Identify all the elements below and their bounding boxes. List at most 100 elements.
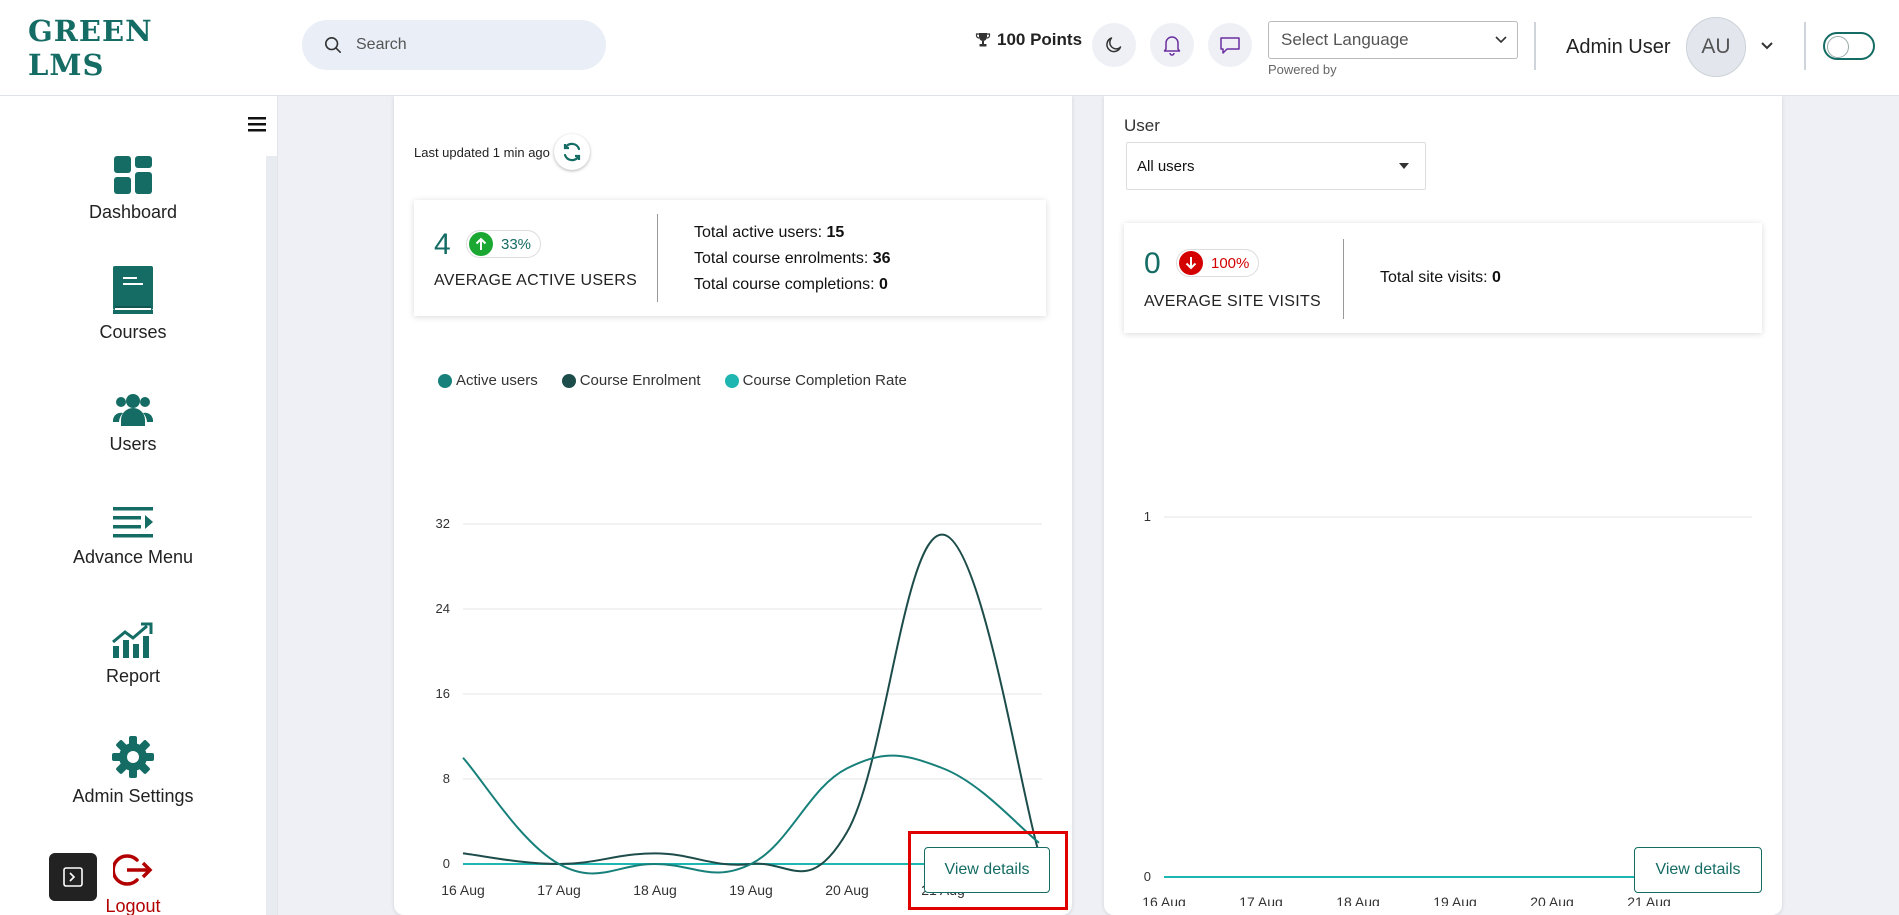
top-header: GREEN LMS 100 Points Select Language Pow…: [0, 0, 1899, 96]
sidebar-item-dashboard[interactable]: Dashboard: [0, 156, 266, 223]
sidebar-item-courses[interactable]: Courses: [0, 266, 266, 343]
search-bar[interactable]: [302, 20, 606, 70]
sidebar-item-label: Report: [105, 666, 161, 686]
site-visits-chart-svg: 0 1 16 Aug 17 Aug 18 Aug 19 Aug 20 Aug 21 Aug: [1142, 509, 1752, 910]
sidebar-item-label: Users: [109, 434, 157, 454]
dark-mode-button[interactable]: [1092, 23, 1136, 67]
sidebar-item-advance-menu[interactable]: Advance Menu: [0, 507, 266, 568]
view-details-button[interactable]: View details: [1634, 847, 1762, 893]
x-tick-label: 17 Aug: [537, 882, 581, 898]
book-icon: [113, 266, 153, 314]
refresh-button[interactable]: [553, 134, 590, 170]
totals-list: Total active users: 15 Total course enro…: [694, 220, 891, 298]
y-tick-label: 0: [1144, 869, 1151, 884]
powered-by: Powered by: [1268, 62, 1337, 77]
sidebar-item-label: Courses: [99, 322, 167, 342]
gear-icon: [112, 736, 154, 778]
x-tick-label: 18 Aug: [633, 882, 677, 898]
bell-icon: [1163, 36, 1181, 56]
sidebar-item-label: Logout: [105, 896, 161, 915]
x-tick-label: 17 Aug: [1239, 894, 1283, 906]
active-users-stat-box: 4 33% AVERAGE ACTIVE USERS Total active …: [414, 200, 1046, 316]
stat-divider: [1343, 239, 1344, 319]
users-icon: [113, 394, 153, 426]
stat-label: AVERAGE ACTIVE USERS: [434, 272, 638, 289]
moon-icon: [1106, 37, 1122, 53]
series-line: [462, 533, 1040, 873]
legend-item-course-enrolment[interactable]: Course Enrolment: [561, 372, 701, 389]
change-percent: 100%: [1211, 254, 1250, 272]
chat-icon: [1220, 37, 1240, 54]
sidebar-item-users[interactable]: Users: [0, 392, 266, 455]
active-users-chart: 0816243216 Aug17 Aug18 Aug19 Aug20 Aug21…: [394, 406, 1072, 906]
refresh-icon: [563, 142, 580, 162]
caret-down-icon: [1399, 163, 1409, 169]
notifications-button[interactable]: [1150, 23, 1194, 67]
legend-item-active-users[interactable]: Active users: [438, 372, 538, 389]
sidebar-item-admin-settings[interactable]: Admin Settings: [0, 736, 266, 807]
language-select-value: Select Language: [1281, 30, 1409, 49]
chart-legend: Active users Course Enrolment Course Com…: [438, 372, 931, 389]
total-active-users: Total active users: 15: [694, 224, 845, 241]
messages-button[interactable]: [1208, 23, 1252, 67]
site-visits-card: User All users 0 100% AVERAGE SITE VISIT…: [1104, 96, 1782, 915]
y-tick-label: 0: [443, 856, 450, 871]
x-tick-label: 20 Aug: [825, 882, 869, 898]
legend-item-completion-rate[interactable]: Course Completion Rate: [724, 372, 907, 389]
chevron-down-icon: [1761, 42, 1773, 50]
user-name[interactable]: Admin User: [1566, 36, 1670, 59]
sidebar-item-label: Advance Menu: [72, 547, 194, 567]
trophy-icon: [975, 33, 991, 47]
x-tick-label: 16 Aug: [1142, 894, 1186, 906]
change-percent: 33%: [501, 235, 532, 253]
theme-toggle[interactable]: [1823, 32, 1875, 60]
hamburger-icon: [248, 117, 266, 132]
dashboard-icon: [114, 156, 152, 194]
view-details-button[interactable]: View details: [924, 847, 1050, 893]
average-active-users-value: 4: [434, 228, 451, 261]
stat-label: AVERAGE SITE VISITS: [1144, 293, 1322, 310]
site-visits-chart: 0 1 16 Aug 17 Aug 18 Aug 19 Aug 20 Aug 21 Aug: [1104, 406, 1782, 910]
header-divider: [1534, 22, 1536, 70]
avatar[interactable]: AU: [1686, 17, 1746, 77]
y-tick-label: 8: [443, 771, 450, 786]
last-updated: Last updated 1 min ago: [414, 134, 590, 170]
y-tick-label: 32: [436, 516, 450, 531]
sidebar-item-logout[interactable]: Logout: [0, 852, 266, 915]
language-select[interactable]: Select Language: [1268, 21, 1518, 59]
sidebar: Dashboard Courses Users Advance Menu Rep…: [0, 96, 278, 915]
user-filter-select[interactable]: All users: [1126, 142, 1426, 190]
header-divider: [1804, 22, 1806, 70]
x-tick-label: 19 Aug: [1433, 894, 1477, 906]
sidebar-scrollbar[interactable]: [266, 156, 277, 915]
search-input[interactable]: [356, 36, 576, 54]
user-filter-label: User: [1124, 116, 1160, 135]
arrow-up-icon: [469, 232, 493, 256]
logout-icon: [113, 854, 153, 886]
user-filter-value: All users: [1137, 157, 1195, 175]
sidebar-item-label: Admin Settings: [72, 786, 194, 806]
change-badge: 100%: [1176, 249, 1260, 277]
user-menu-toggle[interactable]: [1760, 38, 1774, 56]
report-icon: [112, 622, 153, 658]
x-tick-label: 16 Aug: [441, 882, 485, 898]
y-tick-label: 24: [436, 601, 450, 616]
site-visits-stat-box: 0 100% AVERAGE SITE VISITS Total site vi…: [1124, 223, 1762, 333]
active-users-card: Last updated 1 min ago 4 33% AVERAGE ACT…: [394, 96, 1072, 915]
expand-panel-button[interactable]: [49, 853, 97, 901]
total-course-enrolments: Total course enrolments: 36: [694, 250, 891, 267]
logo[interactable]: GREEN LMS: [28, 14, 198, 82]
arrow-down-icon: [1179, 251, 1203, 275]
last-updated-text: Last updated 1 min ago: [414, 144, 550, 160]
x-tick-label: 21 Aug: [1627, 894, 1671, 906]
hamburger-menu-button[interactable]: [248, 116, 266, 137]
stat-divider: [657, 214, 658, 302]
terminal-icon: [63, 867, 83, 887]
average-site-visits-value: 0: [1144, 247, 1161, 280]
points-display[interactable]: 100 Points: [975, 30, 1082, 50]
sidebar-item-report[interactable]: Report: [0, 622, 266, 687]
points-text: 100 Points: [997, 30, 1083, 49]
x-tick-label: 18 Aug: [1336, 894, 1380, 906]
logo-text: GREEN LMS: [28, 14, 153, 82]
y-tick-label: 1: [1144, 509, 1151, 524]
